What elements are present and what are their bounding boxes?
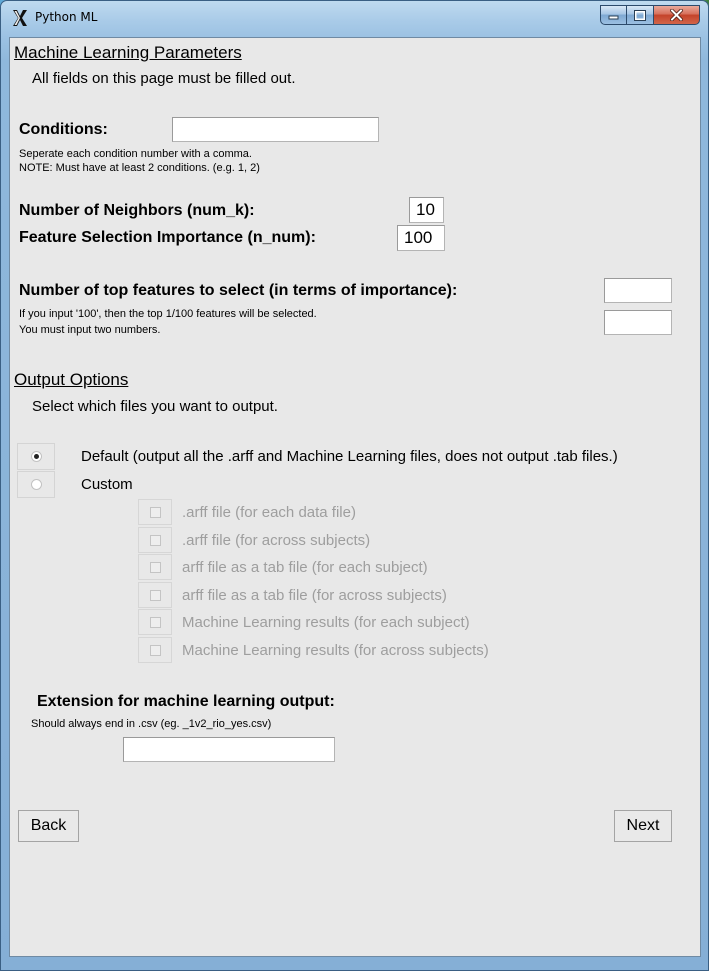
tab-each-checkbox[interactable] <box>138 554 172 580</box>
ml-across-checkbox[interactable] <box>138 637 172 663</box>
default-radio-label[interactable]: Default (output all the .arff and Machin… <box>81 448 618 465</box>
output-options-title: Output Options <box>14 370 129 389</box>
radio-default-indicator <box>30 451 42 462</box>
app-window: Python ML Machine Learning Parameters Al… <box>0 0 709 971</box>
output-options-subtitle: Select which files you want to output. <box>32 398 278 415</box>
radio-custom-indicator <box>30 479 42 490</box>
arff-across-checkbox[interactable] <box>138 527 172 553</box>
ml-params-title: Machine Learning Parameters <box>14 43 242 62</box>
neighbors-input[interactable] <box>409 197 444 223</box>
conditions-hint: Seperate each condition number with a co… <box>19 148 252 160</box>
ml-across-label: Machine Learning results (for across sub… <box>182 642 489 659</box>
conditions-label: Conditions: <box>19 121 108 138</box>
extension-hint: Should always end in .csv (eg. _1v2_rio_… <box>31 718 272 730</box>
close-icon <box>670 9 683 21</box>
importance-label: Feature Selection Importance (n_num): <box>19 229 316 246</box>
close-button[interactable] <box>654 5 700 25</box>
tab-across-checkbox[interactable] <box>138 582 172 608</box>
custom-radio-label[interactable]: Custom <box>81 476 133 493</box>
extension-input[interactable] <box>123 737 335 762</box>
top-features-label: Number of top features to select (in ter… <box>19 282 458 299</box>
arff-each-data-label: .arff file (for each data file) <box>182 504 356 521</box>
top-features-hint: If you input '100', then the top 1/100 f… <box>19 308 317 320</box>
minimize-button[interactable] <box>600 5 627 25</box>
extension-label: Extension for machine learning output: <box>37 693 335 710</box>
top-features-input-2[interactable] <box>604 310 672 335</box>
conditions-note: NOTE: Must have at least 2 conditions. (… <box>19 162 260 174</box>
neighbors-label: Number of Neighbors (num_k): <box>19 202 255 219</box>
maximize-icon <box>634 9 646 21</box>
ml-each-checkbox[interactable] <box>138 609 172 635</box>
arff-each-data-checkbox[interactable] <box>138 499 172 525</box>
window-title: Python ML <box>35 10 98 24</box>
top-features-input-1[interactable] <box>604 278 672 303</box>
tab-across-label: arff file as a tab file (for across subj… <box>182 587 447 604</box>
top-features-note: You must input two numbers. <box>19 324 161 336</box>
maximize-button[interactable] <box>627 5 654 25</box>
next-button[interactable]: Next <box>614 810 672 842</box>
minimize-icon <box>608 15 619 20</box>
tab-each-label: arff file as a tab file (for each subjec… <box>182 559 428 576</box>
custom-radio[interactable] <box>17 471 55 498</box>
app-x-icon <box>13 10 27 26</box>
importance-input[interactable] <box>397 225 445 251</box>
client-area: Machine Learning Parameters All fields o… <box>9 37 701 957</box>
ml-params-subtitle: All fields on this page must be filled o… <box>32 70 296 87</box>
title-bar[interactable]: Python ML <box>1 1 708 37</box>
arff-across-label: .arff file (for across subjects) <box>182 532 371 549</box>
back-button[interactable]: Back <box>18 810 79 842</box>
default-radio[interactable] <box>17 443 55 470</box>
conditions-input[interactable] <box>172 117 379 142</box>
caption-buttons <box>600 5 700 27</box>
ml-each-label: Machine Learning results (for each subje… <box>182 614 470 631</box>
